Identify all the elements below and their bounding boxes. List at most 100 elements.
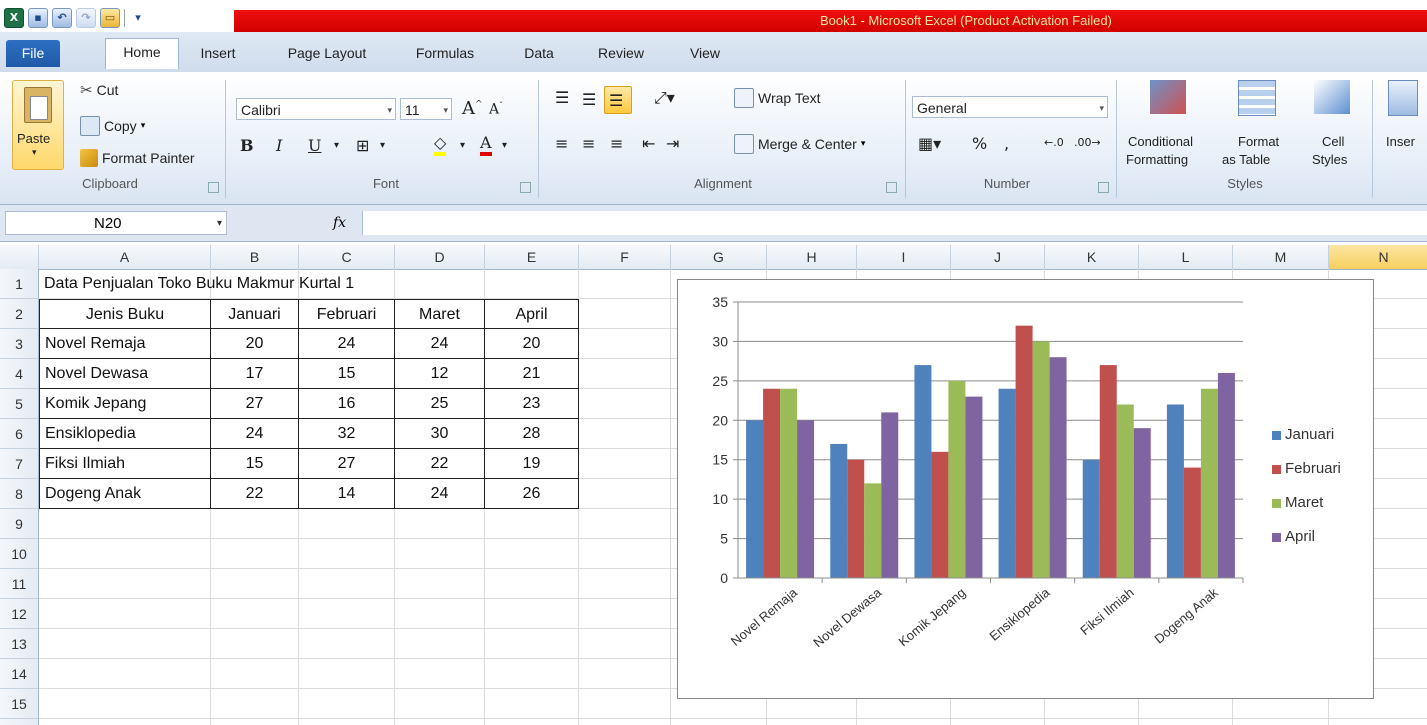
- tab-data[interactable]: Data: [515, 40, 563, 67]
- row-header-5[interactable]: 5: [0, 389, 39, 419]
- legend-item-februari[interactable]: Februari: [1272, 460, 1341, 477]
- row-label-cell[interactable]: Novel Dewasa: [39, 359, 211, 389]
- clipboard-launcher-icon[interactable]: [208, 182, 219, 193]
- conditional-formatting-label-1[interactable]: Conditional: [1128, 134, 1193, 149]
- value-cell[interactable]: 22: [395, 449, 485, 479]
- value-cell[interactable]: 12: [395, 359, 485, 389]
- column-header-f[interactable]: F: [579, 245, 671, 269]
- format-as-table-label-2[interactable]: as Table: [1222, 152, 1270, 167]
- value-cell[interactable]: 23: [485, 389, 579, 419]
- paste-button[interactable]: Paste ▾: [12, 80, 64, 170]
- value-cell[interactable]: 15: [211, 449, 299, 479]
- format-as-table-icon[interactable]: [1238, 80, 1276, 116]
- align-left-icon[interactable]: ≡: [555, 134, 568, 153]
- column-header-a[interactable]: A: [39, 245, 211, 269]
- chevron-down-icon[interactable]: ▾: [460, 140, 465, 151]
- decrease-decimal-icon[interactable]: .00→: [1074, 136, 1101, 149]
- column-header-m[interactable]: M: [1233, 245, 1329, 269]
- chevron-down-icon[interactable]: ▾: [334, 140, 339, 151]
- header-cell[interactable]: April: [485, 299, 579, 329]
- header-cell[interactable]: Februari: [299, 299, 395, 329]
- insert-cells-icon[interactable]: [1388, 80, 1418, 116]
- header-cell[interactable]: Jenis Buku: [39, 299, 211, 329]
- value-cell[interactable]: 24: [299, 329, 395, 359]
- redo-icon[interactable]: ↷: [76, 8, 96, 28]
- number-launcher-icon[interactable]: [1098, 182, 1109, 193]
- column-header-b[interactable]: B: [211, 245, 299, 269]
- tab-view[interactable]: View: [679, 40, 731, 67]
- cut-button[interactable]: ✂ Cut: [80, 78, 118, 102]
- row-header-10[interactable]: 10: [0, 539, 39, 569]
- merge-center-button[interactable]: Merge & Center ▾: [734, 132, 865, 156]
- row-label-cell[interactable]: Fiksi Ilmiah: [39, 449, 211, 479]
- format-as-table-label-1[interactable]: Format: [1238, 134, 1279, 149]
- row-header-7[interactable]: 7: [0, 449, 39, 479]
- save-icon[interactable]: ▪: [28, 8, 48, 28]
- column-header-i[interactable]: I: [857, 245, 951, 269]
- column-header-l[interactable]: L: [1139, 245, 1233, 269]
- insert-function-icon[interactable]: fx: [333, 215, 346, 231]
- value-cell[interactable]: 28: [485, 419, 579, 449]
- shrink-font-icon[interactable]: Aˇ: [489, 101, 503, 118]
- align-center-icon[interactable]: ≡: [582, 134, 595, 153]
- value-cell[interactable]: 14: [299, 479, 395, 509]
- increase-indent-icon[interactable]: ⇥: [666, 134, 679, 153]
- column-header-k[interactable]: K: [1045, 245, 1139, 269]
- row-header-12[interactable]: 12: [0, 599, 39, 629]
- clustered-column-chart[interactable]: 0 5 10 15 20 25 30 35 Novel Remaja Novel Dewasa Ko…: [677, 279, 1374, 699]
- font-launcher-icon[interactable]: [520, 182, 531, 193]
- value-cell[interactable]: 19: [485, 449, 579, 479]
- grow-font-icon[interactable]: A^: [462, 98, 483, 119]
- chevron-down-icon[interactable]: ▾: [502, 140, 507, 151]
- number-format-combo[interactable]: General ▾: [912, 96, 1108, 118]
- format-painter-button[interactable]: Format Painter: [80, 146, 195, 170]
- select-all-corner[interactable]: [0, 245, 39, 269]
- header-cell[interactable]: Januari: [211, 299, 299, 329]
- column-header-d[interactable]: D: [395, 245, 485, 269]
- customize-qat-icon[interactable]: ▾: [129, 9, 147, 27]
- cell-styles-icon[interactable]: [1314, 80, 1350, 114]
- alignment-launcher-icon[interactable]: [886, 182, 897, 193]
- value-cell[interactable]: 17: [211, 359, 299, 389]
- row-label-cell[interactable]: Dogeng Anak: [39, 479, 211, 509]
- row-label-cell[interactable]: Ensiklopedia: [39, 419, 211, 449]
- value-cell[interactable]: 20: [211, 329, 299, 359]
- value-cell[interactable]: 27: [299, 449, 395, 479]
- copy-button[interactable]: Copy ▾: [80, 114, 145, 138]
- align-middle-icon[interactable]: ☰: [582, 90, 596, 109]
- tab-file[interactable]: File: [6, 40, 60, 67]
- worksheet-grid[interactable]: ABCDEFGHIJKLMN 12345678910111213141516 D…: [0, 245, 1427, 725]
- tab-formulas[interactable]: Formulas: [406, 40, 484, 67]
- column-header-g[interactable]: G: [671, 245, 767, 269]
- open-folder-icon[interactable]: ▭: [100, 8, 120, 28]
- row-header-4[interactable]: 4: [0, 359, 39, 389]
- row-header-1[interactable]: 1: [0, 269, 39, 299]
- column-header-n[interactable]: N: [1329, 245, 1427, 269]
- column-header-c[interactable]: C: [299, 245, 395, 269]
- column-header-h[interactable]: H: [767, 245, 857, 269]
- conditional-formatting-label-2[interactable]: Formatting: [1126, 152, 1188, 167]
- value-cell[interactable]: 24: [395, 329, 485, 359]
- legend-item-januari[interactable]: Januari: [1272, 426, 1334, 443]
- align-bottom-button[interactable]: ☰: [604, 86, 632, 114]
- value-cell[interactable]: 16: [299, 389, 395, 419]
- cell-styles-label-1[interactable]: Cell: [1322, 134, 1344, 149]
- cell-styles-label-2[interactable]: Styles: [1312, 152, 1347, 167]
- value-cell[interactable]: 27: [211, 389, 299, 419]
- bold-icon[interactable]: B: [240, 136, 254, 155]
- increase-decimal-icon[interactable]: ←.0: [1044, 136, 1064, 149]
- tab-page-layout[interactable]: Page Layout: [274, 40, 380, 67]
- align-right-icon[interactable]: ≡: [610, 134, 623, 153]
- fill-color-icon[interactable]: ◇: [434, 134, 447, 156]
- column-header-e[interactable]: E: [485, 245, 579, 269]
- value-cell[interactable]: 25: [395, 389, 485, 419]
- font-name-combo[interactable]: Calibri ▾: [236, 98, 396, 120]
- tab-review[interactable]: Review: [588, 40, 654, 67]
- row-header-8[interactable]: 8: [0, 479, 39, 509]
- row-header-9[interactable]: 9: [0, 509, 39, 539]
- font-color-icon[interactable]: A: [480, 134, 492, 156]
- value-cell[interactable]: 21: [485, 359, 579, 389]
- legend-item-maret[interactable]: Maret: [1272, 494, 1323, 511]
- underline-icon[interactable]: U: [308, 136, 321, 155]
- value-cell[interactable]: 22: [211, 479, 299, 509]
